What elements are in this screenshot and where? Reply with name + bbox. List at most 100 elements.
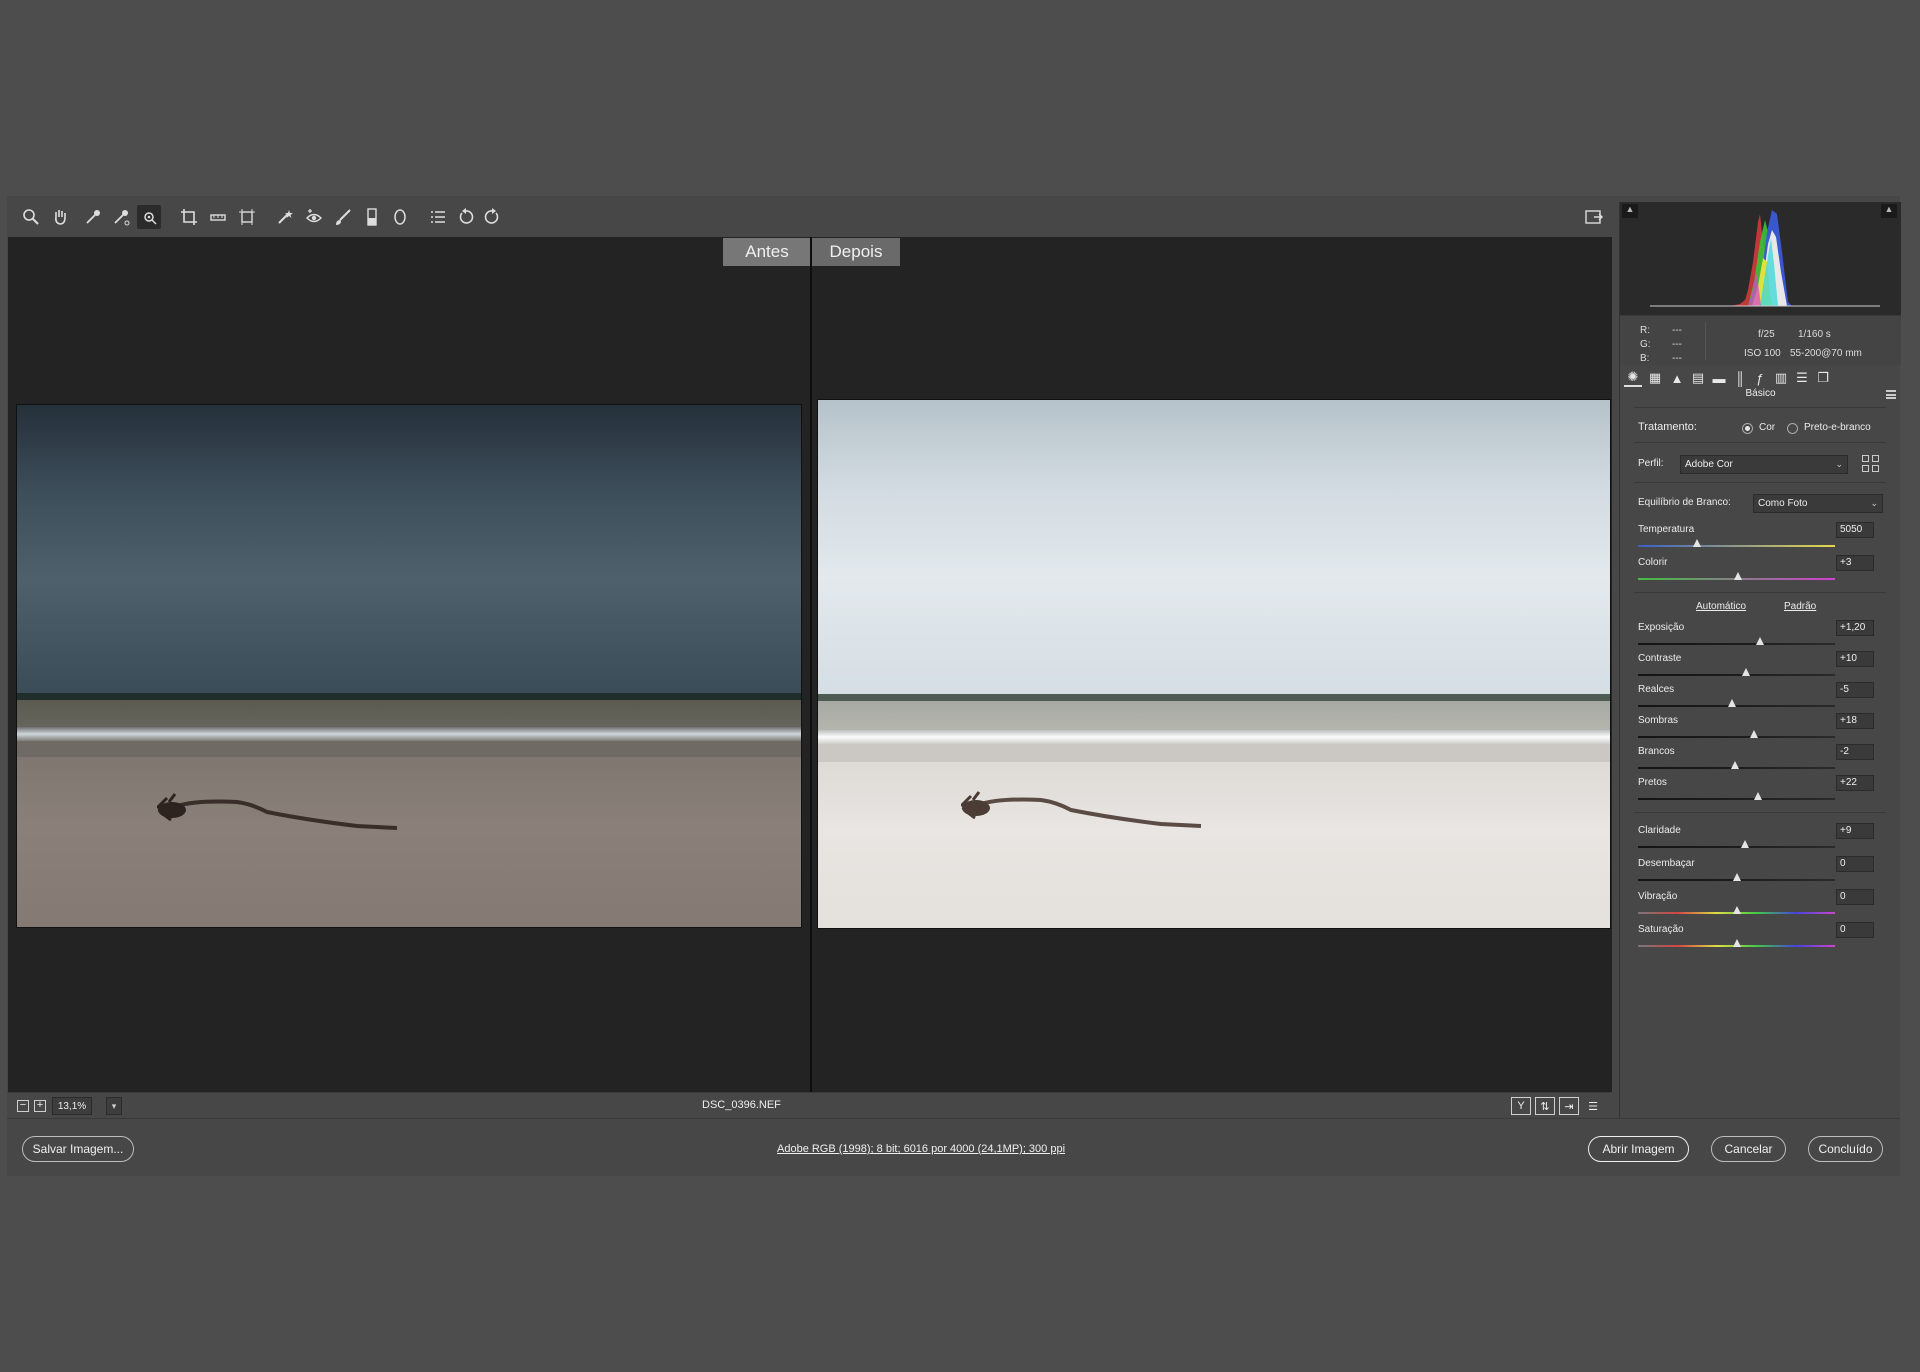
preview-preferences-icon[interactable]: ☰ <box>1583 1097 1603 1115</box>
open-image-button[interactable]: Abrir Imagem <box>1588 1136 1689 1162</box>
brancos-slider[interactable] <box>1638 758 1835 772</box>
brancos-value-field[interactable]: -2 <box>1836 744 1874 760</box>
contraste-label: Contraste <box>1638 653 1682 664</box>
saturacao-value-field[interactable]: 0 <box>1836 922 1874 938</box>
r-value: --- <box>1672 325 1682 336</box>
divider <box>1634 407 1886 408</box>
pretos-slider[interactable] <box>1638 789 1835 803</box>
vibracao-slider[interactable] <box>1638 903 1835 917</box>
temperatura-value-field[interactable]: 5050 <box>1836 522 1874 538</box>
treatment-bw-radio[interactable] <box>1787 423 1798 434</box>
realces-slider-thumb[interactable] <box>1727 699 1736 707</box>
realces-value-field[interactable]: -5 <box>1836 682 1874 698</box>
exposicao-slider[interactable] <box>1638 634 1835 648</box>
effects-tab-icon[interactable]: ƒ <box>1751 369 1769 387</box>
desembacar-value-field[interactable]: 0 <box>1836 856 1874 872</box>
default-link[interactable]: Padrão <box>1784 601 1816 612</box>
exposicao-value-field[interactable]: +1,20 <box>1836 620 1874 636</box>
graduated-filter-icon[interactable] <box>360 205 384 229</box>
claridade-slider[interactable] <box>1638 837 1835 851</box>
straighten-icon[interactable] <box>206 205 230 229</box>
saturacao-slider[interactable] <box>1638 936 1835 950</box>
zoom-icon[interactable] <box>19 205 43 229</box>
pretos-slider-thumb[interactable] <box>1754 792 1763 800</box>
radial-filter-icon[interactable] <box>388 205 412 229</box>
brancos-slider-thumb[interactable] <box>1730 761 1739 769</box>
claridade-slider-thumb[interactable] <box>1741 840 1750 848</box>
before-after-view-icon[interactable]: Y <box>1511 1097 1531 1115</box>
claridade-value-field[interactable]: +9 <box>1836 823 1874 839</box>
desembacar-slider[interactable] <box>1638 870 1835 884</box>
vibracao-slider-row: Vibração 0 <box>1638 889 1883 919</box>
pretos-value-field[interactable]: +22 <box>1836 775 1874 791</box>
done-button[interactable]: Concluído <box>1808 1136 1883 1162</box>
copy-settings-icon[interactable]: ⇥ <box>1559 1097 1579 1115</box>
bottom-bar: Salvar Imagem... Adobe RGB (1998); 8 bit… <box>7 1118 1900 1176</box>
split-divider[interactable] <box>810 237 812 1092</box>
temperatura-slider[interactable] <box>1638 536 1835 550</box>
spot-removal-icon[interactable] <box>273 205 297 229</box>
contraste-slider[interactable] <box>1638 665 1835 679</box>
sombras-value-field[interactable]: +18 <box>1836 713 1874 729</box>
rotate-left-icon[interactable] <box>454 205 478 229</box>
fullscreen-icon[interactable] <box>1582 205 1606 229</box>
zoom-in-button[interactable]: + <box>34 1100 46 1112</box>
colorir-slider[interactable] <box>1638 569 1835 583</box>
temperatura-slider-thumb[interactable] <box>1693 539 1702 547</box>
histogram: ▲ ▲ <box>1620 202 1901 315</box>
sombras-slider[interactable] <box>1638 727 1835 741</box>
tone-curve-tab-icon[interactable]: ▦ <box>1646 369 1664 387</box>
white-balance-select[interactable]: Como Foto ⌄ <box>1753 494 1883 513</box>
auto-link[interactable]: Automático <box>1696 601 1746 612</box>
white-balance-icon[interactable] <box>81 205 105 229</box>
rotate-right-icon[interactable] <box>480 205 504 229</box>
temperatura-label: Temperatura <box>1638 524 1695 535</box>
presets-tab-icon[interactable]: ☰ <box>1793 369 1811 387</box>
adjustment-brush-icon[interactable] <box>331 205 355 229</box>
realces-slider[interactable] <box>1638 696 1835 710</box>
after-tab[interactable]: Depois <box>812 238 900 266</box>
panel-menu-icon[interactable] <box>1886 390 1896 399</box>
zoom-dropdown[interactable]: ▾ <box>106 1097 122 1115</box>
preferences-icon[interactable] <box>426 205 450 229</box>
snapshots-tab-icon[interactable]: ❐ <box>1814 369 1832 387</box>
save-image-button[interactable]: Salvar Imagem... <box>22 1136 134 1162</box>
lens-corrections-tab-icon[interactable]: ║ <box>1731 369 1749 387</box>
vibracao-slider-thumb[interactable] <box>1732 906 1741 914</box>
color-sampler-icon[interactable] <box>109 205 133 229</box>
split-toning-tab-icon[interactable]: ▬ <box>1710 369 1728 387</box>
colorir-value-field[interactable]: +3 <box>1836 555 1874 571</box>
contraste-slider-thumb[interactable] <box>1742 668 1751 676</box>
hsl-tab-icon[interactable]: ▤ <box>1689 369 1707 387</box>
calibration-tab-icon[interactable]: ▥ <box>1772 369 1790 387</box>
transform-icon[interactable] <box>235 205 259 229</box>
before-tab[interactable]: Antes <box>723 238 811 266</box>
claridade-slider-track <box>1638 846 1835 848</box>
crop-icon[interactable] <box>177 205 201 229</box>
profile-browser-icon[interactable] <box>1862 455 1880 473</box>
divider <box>1634 592 1886 593</box>
cancel-button[interactable]: Cancelar <box>1711 1136 1786 1162</box>
profile-select[interactable]: Adobe Cor ⌄ <box>1680 455 1848 474</box>
zoom-level[interactable]: 13,1% <box>52 1097 92 1115</box>
hand-icon[interactable] <box>48 205 72 229</box>
targeted-adjustment-icon[interactable] <box>137 205 161 229</box>
swap-settings-icon[interactable]: ⇅ <box>1535 1097 1555 1115</box>
contraste-value-field[interactable]: +10 <box>1836 651 1874 667</box>
treatment-color-radio[interactable] <box>1742 423 1753 434</box>
vibracao-value-field[interactable]: 0 <box>1836 889 1874 905</box>
claridade-slider-row: Claridade +9 <box>1638 823 1883 853</box>
red-eye-icon[interactable] <box>302 205 326 229</box>
shutter-speed: 1/160 s <box>1798 329 1831 340</box>
desembacar-slider-thumb[interactable] <box>1732 873 1741 881</box>
sombras-slider-thumb[interactable] <box>1750 730 1759 738</box>
toolbar <box>7 202 1611 232</box>
zoom-out-button[interactable]: − <box>17 1100 29 1112</box>
exposicao-slider-thumb[interactable] <box>1756 637 1765 645</box>
colorir-slider-thumb[interactable] <box>1734 572 1743 580</box>
saturacao-slider-thumb[interactable] <box>1732 939 1741 947</box>
detail-tab-icon[interactable]: ▲ <box>1668 369 1686 387</box>
basic-tab-icon[interactable]: ✺ <box>1624 369 1642 387</box>
workflow-options-link[interactable]: Adobe RGB (1998); 8 bit; 6016 por 4000 (… <box>777 1143 1065 1155</box>
profile-label: Perfil: <box>1638 458 1664 469</box>
